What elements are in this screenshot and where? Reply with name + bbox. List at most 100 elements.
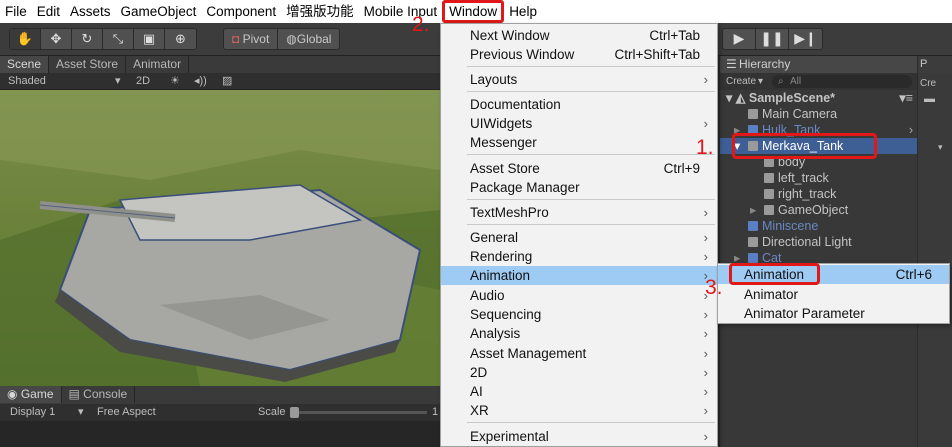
toggle-2d-button[interactable]: 2D xyxy=(136,73,150,90)
scene-view[interactable] xyxy=(0,90,440,386)
window-menu-item[interactable]: XR › xyxy=(441,401,717,420)
window-menu-item[interactable]: TextMeshPro › xyxy=(441,203,717,222)
chevron-right-icon: › xyxy=(703,365,708,380)
window-menu-item[interactable]: Analysis › xyxy=(441,324,717,343)
hierarchy-item[interactable]: Main Camera xyxy=(720,106,917,122)
hierarchy-item[interactable]: Directional Light xyxy=(720,234,917,250)
aspect-dropdown[interactable]: Free Aspect xyxy=(97,404,156,421)
window-menu-item-label: AI xyxy=(470,384,483,399)
menu-file[interactable]: File xyxy=(0,0,32,23)
window-menu-item[interactable]: Sequencing › xyxy=(441,305,717,324)
window-menu-item[interactable]: Documentation xyxy=(441,95,717,114)
search-placeholder: All xyxy=(790,76,802,87)
project-panel: Cre ▬ ▾ xyxy=(918,73,952,447)
create-dropdown[interactable]: Create xyxy=(726,73,756,90)
window-menu-item[interactable]: General › xyxy=(441,228,717,247)
pivot-button[interactable]: ◘ Pivot xyxy=(224,29,279,49)
effects-icon[interactable]: ▨ xyxy=(222,73,232,90)
window-menu-item[interactable]: Previous Window Ctrl+Shift+Tab xyxy=(441,45,717,64)
tab-console[interactable]: ▤ Console xyxy=(62,386,136,403)
window-menu-item-label: Experimental xyxy=(470,429,549,444)
window-menu-item[interactable]: Layouts › xyxy=(441,70,717,89)
play-icon[interactable]: ▶ xyxy=(723,29,756,49)
transform-icon[interactable]: ⊕ xyxy=(165,29,196,49)
step-icon[interactable]: ▶❙ xyxy=(789,29,822,49)
hierarchy-item[interactable]: ▸ GameObject xyxy=(720,202,917,218)
window-menu-item[interactable]: Asset Store Ctrl+9 xyxy=(441,159,717,178)
hierarchy-item-label: Miniscene xyxy=(762,219,819,233)
hierarchy-item-label: Directional Light xyxy=(762,235,852,249)
audio-icon[interactable]: ◂)) xyxy=(194,73,207,90)
tab-asset-store-label: Asset Store xyxy=(56,57,119,71)
window-menu-item[interactable]: Audio › xyxy=(441,286,717,305)
scale-slider-handle[interactable] xyxy=(290,407,299,418)
tab-scene[interactable]: Scene xyxy=(0,56,50,73)
tab-game[interactable]: ◉ Game xyxy=(0,386,62,403)
unity-scene-icon: ◭ xyxy=(735,91,749,105)
menu-enhanced-features[interactable]: 增强版功能 xyxy=(281,0,359,23)
hierarchy-item[interactable]: right_track xyxy=(720,186,917,202)
hierarchy-tab[interactable]: ☰ Hierarchy xyxy=(720,56,917,73)
menu-separator xyxy=(467,224,715,225)
window-menu-item[interactable]: Experimental › xyxy=(441,427,717,446)
chevron-down-icon: ▾ xyxy=(78,406,84,418)
window-menu-item[interactable]: Rendering › xyxy=(441,247,717,266)
window-menu-item[interactable]: 2D › xyxy=(441,363,717,382)
tab-asset-store[interactable]: Asset Store xyxy=(49,56,127,73)
chevron-right-icon[interactable]: › xyxy=(909,122,913,138)
globe-icon: ◍ xyxy=(286,32,297,46)
game-view[interactable] xyxy=(0,421,440,447)
hierarchy-item-label: right_track xyxy=(778,187,837,201)
menu-window[interactable]: Window xyxy=(442,0,505,23)
tab-animator[interactable]: Animator xyxy=(126,56,190,73)
lighting-icon[interactable]: ☀ xyxy=(170,73,180,90)
window-menu-item[interactable]: Next Window Ctrl+Tab xyxy=(441,26,717,45)
tab-animator-label: Animator xyxy=(133,57,182,71)
scale-icon[interactable]: ⤡ xyxy=(103,29,134,49)
annotation-box-1 xyxy=(732,133,877,159)
window-menu-item[interactable]: Messenger xyxy=(441,133,717,152)
menu-gameobject[interactable]: GameObject xyxy=(116,0,202,23)
hierarchy-item[interactable]: Miniscene xyxy=(720,218,917,234)
window-menu-item[interactable]: Asset Management › xyxy=(441,344,717,363)
animation-submenu-item[interactable]: Animator Parameter xyxy=(718,304,949,323)
menu-edit[interactable]: Edit xyxy=(32,0,65,23)
window-menu-item[interactable]: Package Manager xyxy=(441,178,717,197)
menu-help[interactable]: Help xyxy=(504,0,542,23)
hierarchy-search-input[interactable]: ⌕ All xyxy=(772,75,912,88)
menu-separator xyxy=(467,91,715,92)
hierarchy-item[interactable]: left_track xyxy=(720,170,917,186)
animation-submenu-item[interactable]: Animator xyxy=(718,285,949,304)
scene-root-row[interactable]: ▾ ◭ SampleScene* ▾≡ xyxy=(720,90,917,106)
menu-icon[interactable]: ▾≡ xyxy=(899,90,913,106)
display-dropdown[interactable]: Display 1 xyxy=(10,404,55,421)
chevron-right-icon: › xyxy=(703,403,708,418)
hand-icon[interactable]: ✋ xyxy=(10,29,41,49)
chevron-right-icon: › xyxy=(703,72,708,87)
hierarchy-icon: ☰ xyxy=(726,57,737,71)
menu-component[interactable]: Component xyxy=(201,0,281,23)
move-icon[interactable]: ✥ xyxy=(41,29,72,49)
window-menu-item-shortcut: Ctrl+Tab xyxy=(649,28,700,43)
project-tab[interactable]: P xyxy=(918,56,952,73)
animation-submenu-item-shortcut: Ctrl+6 xyxy=(895,267,932,282)
window-menu-item[interactable]: AI › xyxy=(441,382,717,401)
chevron-right-icon[interactable]: ▸ xyxy=(750,202,756,218)
menu-assets[interactable]: Assets xyxy=(65,0,116,23)
shading-dropdown[interactable]: Shaded xyxy=(8,73,46,90)
window-menu-item-label: XR xyxy=(470,403,489,418)
tab-scene-label: Scene xyxy=(7,57,42,71)
project-create-dropdown[interactable]: Cre xyxy=(920,75,936,92)
pause-icon[interactable]: ❚❚ xyxy=(756,29,789,49)
window-menu-item[interactable]: Animation › xyxy=(441,266,717,285)
menu-mobile-input[interactable]: Mobile Input xyxy=(359,0,443,23)
gameobject-cube-icon xyxy=(748,253,758,263)
rect-icon[interactable]: ▣ xyxy=(134,29,165,49)
rotate-icon[interactable]: ↻ xyxy=(72,29,103,49)
scale-slider[interactable] xyxy=(292,411,427,414)
game-toolbar: Display 1 ▾ Free Aspect Scale 1 xyxy=(0,404,440,421)
window-menu-item[interactable]: UIWidgets › xyxy=(441,114,717,133)
pivot-toggle-group: ◘ Pivot ◍Global xyxy=(223,28,341,50)
global-button[interactable]: ◍Global xyxy=(278,29,339,49)
scale-label: Scale xyxy=(258,406,286,418)
